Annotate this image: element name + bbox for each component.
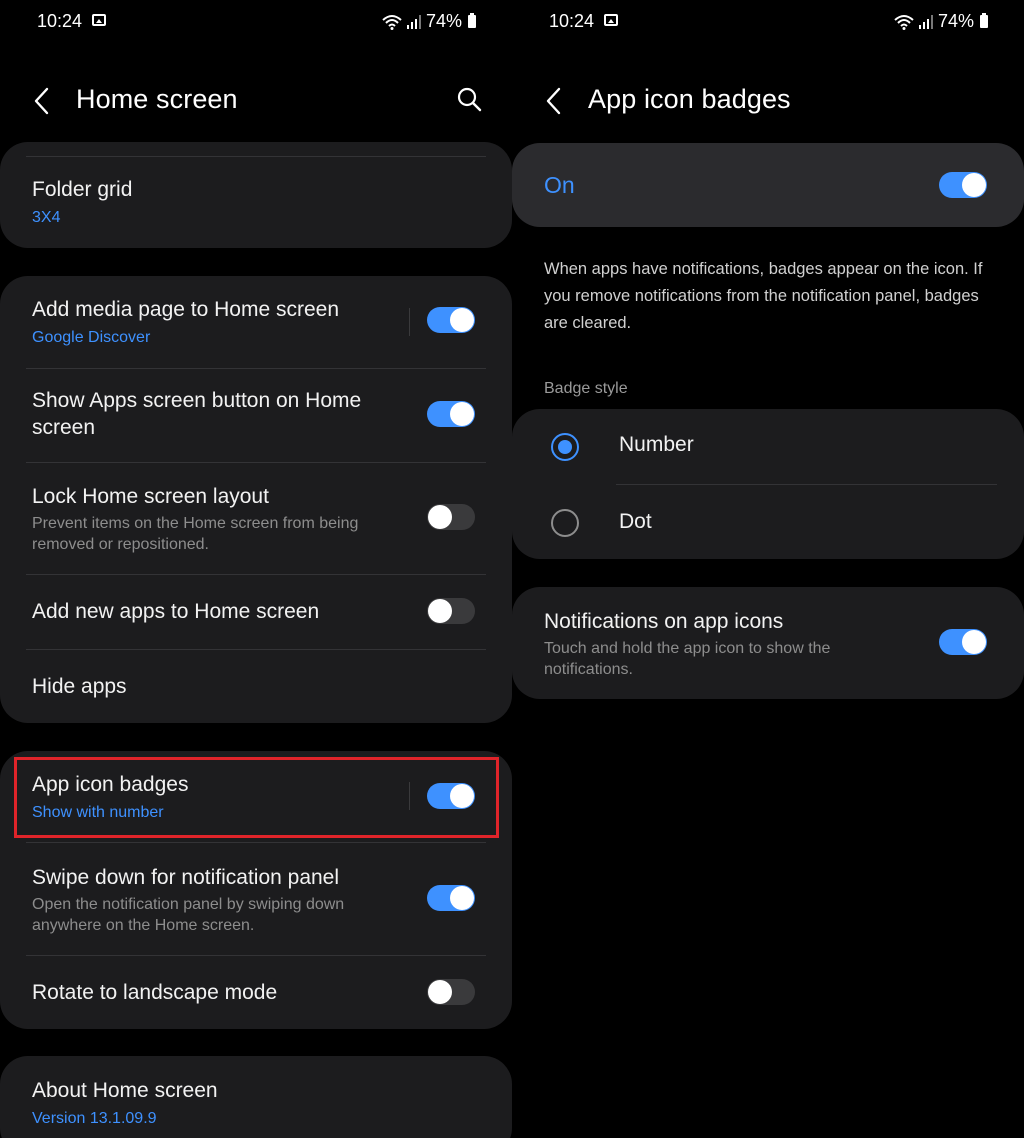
notif-icons-sub-line2: notifications. [544,661,633,678]
rotate-title: Rotate to landscape mode [32,981,278,1004]
folder-grid-row[interactable]: Folder grid 3X4 [0,142,512,248]
notif-icons-title: Notifications on app icons [544,610,784,633]
hide-apps-title: Hide apps [32,675,127,698]
highlight-annotation [14,757,499,838]
master-switch-toggle[interactable] [939,172,987,198]
add-new-apps-toggle[interactable] [427,598,475,624]
radio-number[interactable] [551,433,579,461]
add-new-apps-title: Add new apps to Home screen [32,600,320,623]
wifi-icon [894,14,914,30]
about-title: About Home screen [32,1079,218,1102]
lock-layout-sub-line2: removed or repositioned. [32,536,209,553]
swipe-down-sub-line1: Open the notification panel by swiping d… [32,896,345,913]
battery-percent: 74% [937,11,974,31]
status-bar: 10:24 74% [512,0,1024,44]
notif-icons-row[interactable]: Notifications on app icons Touch and hol… [512,587,1024,699]
folder-grid-value: 3X4 [32,209,61,226]
status-indicators: 74% [382,11,476,32]
badges-description: When apps have notifications, badges app… [544,260,983,332]
home-screen-settings-panel: 10:24 74% Home screen Folder grid 3X4 Ad… [0,0,512,1138]
back-icon[interactable] [32,86,52,116]
rotate-row[interactable]: Rotate to landscape mode [0,956,512,1029]
search-icon[interactable] [456,86,482,112]
about-card: About Home screen Version 13.1.09.9 [0,1056,512,1138]
signal-icon [918,14,933,29]
about-version: Version 13.1.09.9 [32,1110,157,1127]
app-icon-badges-panel: 10:24 74% App icon badges On When apps h… [512,0,1024,1138]
app-header: Home screen [0,72,512,130]
media-page-toggle[interactable] [427,307,475,333]
badge-style-option-number[interactable]: Number [512,409,1024,485]
battery-icon [468,13,476,28]
about-row[interactable]: About Home screen Version 13.1.09.9 [0,1056,512,1138]
page-title: Home screen [76,84,238,114]
apps-button-title-line2: screen [32,416,96,439]
home-options-card: Add media page to Home screen Google Dis… [0,276,512,723]
option-number-label: Number [619,433,694,456]
status-bar: 10:24 74% [0,0,512,44]
signal-icon [406,14,421,29]
radio-dot[interactable] [551,509,579,537]
wifi-icon [382,14,402,30]
apps-button-row[interactable]: Show Apps screen button on Home screen [0,369,512,462]
back-icon[interactable] [544,86,564,116]
option-dot-label: Dot [619,510,652,533]
notif-icons-card: Notifications on app icons Touch and hol… [512,587,1024,699]
vertical-separator [409,308,410,336]
app-header: App icon badges [512,72,1024,130]
status-time: 10:24 [37,11,83,31]
media-page-row[interactable]: Add media page to Home screen Google Dis… [0,276,512,368]
lock-layout-row[interactable]: Lock Home screen layout Prevent items on… [0,463,512,574]
add-new-apps-row[interactable]: Add new apps to Home screen [0,575,512,649]
status-time: 10:24 [549,11,595,31]
folder-grid-title: Folder grid [32,178,133,201]
hide-apps-row[interactable]: Hide apps [0,650,512,723]
battery-icon [980,13,988,28]
battery-percent: 74% [425,11,462,31]
badge-style-card: Number Dot [512,409,1024,559]
image-icon [92,14,106,26]
swipe-down-sub-line2: anywhere on the Home screen. [32,917,255,934]
master-switch-card[interactable]: On [512,143,1024,227]
apps-button-title-line1: Show Apps screen button on Home [32,389,362,412]
lock-layout-sub-line1: Prevent items on the Home screen from be… [32,515,359,532]
media-page-title: Add media page to Home screen [32,298,340,321]
status-indicators: 74% [894,11,988,32]
media-page-sub: Google Discover [32,329,151,346]
master-switch-label: On [544,172,575,198]
badge-style-option-dot[interactable]: Dot [512,485,1024,559]
notif-icons-toggle[interactable] [939,629,987,655]
swipe-down-row[interactable]: Swipe down for notification panel Open t… [0,843,512,955]
swipe-down-title: Swipe down for notification panel [32,866,340,889]
folder-grid-card: Folder grid 3X4 [0,142,512,248]
lock-layout-toggle[interactable] [427,504,475,530]
apps-button-toggle[interactable] [427,401,475,427]
page-title: App icon badges [588,84,791,114]
rotate-toggle[interactable] [427,979,475,1005]
image-icon [604,14,618,26]
lock-layout-title: Lock Home screen layout [32,485,269,508]
notif-icons-sub-line1: Touch and hold the app icon to show the [544,640,831,657]
swipe-down-toggle[interactable] [427,885,475,911]
badge-style-label: Badge style [544,380,628,397]
